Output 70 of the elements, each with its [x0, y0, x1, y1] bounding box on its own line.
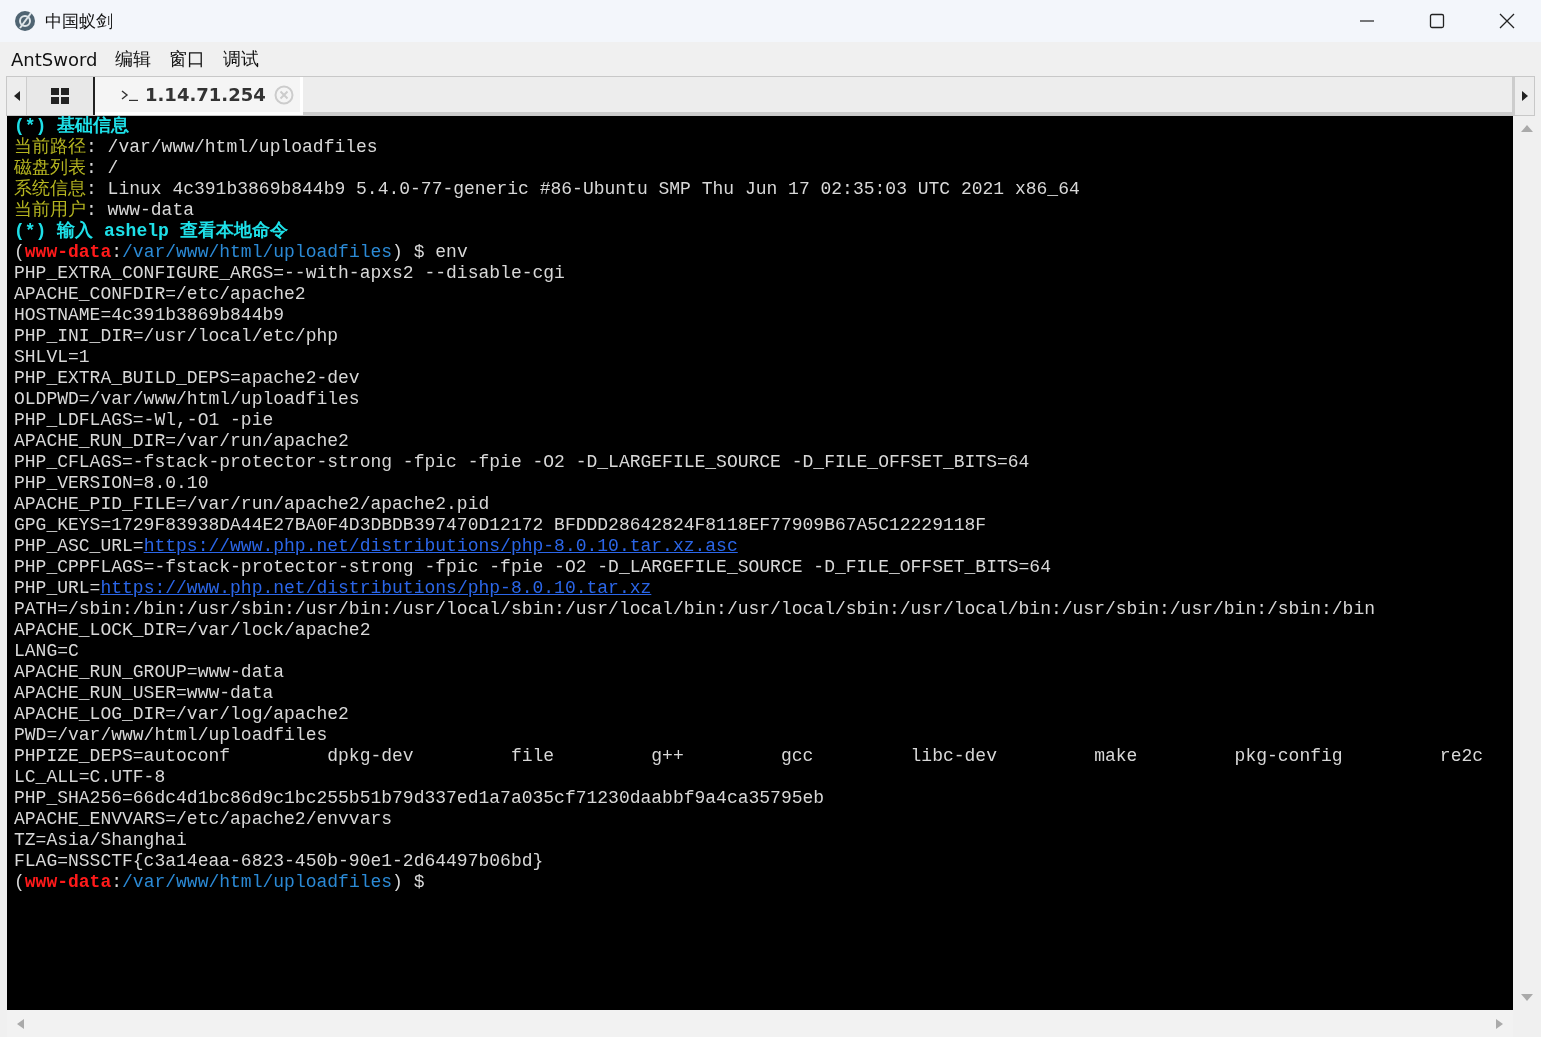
terminal-text: : www-data [86, 200, 195, 220]
menu-item[interactable]: 编辑 [115, 47, 152, 71]
terminal-tab[interactable]: 1.14.71.254 [95, 77, 303, 115]
info-heading: (*) 输入 ashelp 查看本地命令 [14, 221, 288, 241]
terminal-text: TZ=Asia/Shanghai [14, 830, 187, 850]
terminal-text: : /var/www/html/uploadfiles [86, 137, 378, 157]
terminal-text: OLDPWD=/var/www/html/uploadfiles [14, 389, 360, 409]
terminal-text: HOSTNAME=4c391b3869b844b9 [14, 305, 285, 325]
terminal-text: APACHE_ENVVARS=/etc/apache2/envvars [14, 809, 393, 829]
maximize-icon[interactable] [1429, 13, 1445, 29]
caret-right-icon [1521, 91, 1528, 101]
terminal-text: LANG=C [14, 641, 79, 661]
terminal-text: : [111, 872, 123, 892]
terminal-text: GPG_KEYS=1729F83938DA44E27BA0F4D3DBDB397470D12172 BFDDD28642824F8118EF77909B67A5C12229118F [14, 515, 987, 535]
terminal-text: : Linux 4c391b3869b844b9 5.4.0-77-generic #86-Ubuntu SMP Thu Jun 17 02:35:03 UTC 2021 x86_64 [86, 179, 1080, 199]
terminal-text: ( [14, 872, 25, 892]
close-tab-icon[interactable] [273, 84, 294, 105]
terminal-text: PATH=/sbin:/bin:/usr/sbin:/usr/bin:/usr/local/sbin:/usr/local/bin:/usr/local/sbin:/usr/local/bin:/usr/sbin:/usr/bin:/sbin:/bin [14, 599, 1376, 619]
terminal-text: PHP_ASC_URL= [14, 536, 144, 556]
close-icon[interactable] [1499, 13, 1515, 29]
url-link[interactable]: https://www.php.net/distributions/php-8.0.10.tar.xz.asc [143, 536, 738, 556]
terminal-text: PHP_INI_DIR=/usr/local/etc/php [14, 326, 339, 346]
info-label: 系统信息 [14, 179, 86, 199]
menu-item[interactable]: 窗口 [169, 47, 206, 71]
prompt-user: www-data [24, 872, 112, 892]
caret-left-icon [13, 91, 20, 101]
terminal-text: SHLVL=1 [14, 347, 90, 367]
terminal-text: PHP_CPPFLAGS=-fstack-protector-strong -fpic -fpie -O2 -D_LARGEFILE_SOURCE -D_FILE_OFFSET_BITS=64 [14, 557, 1051, 577]
terminal-text: PHP_EXTRA_CONFIGURE_ARGS=--with-apxs2 --disable-cgi [14, 263, 565, 283]
scroll-up-icon[interactable] [1521, 124, 1533, 132]
prompt-path: /var/www/html/uploadfiles [122, 242, 393, 262]
grid-icon [51, 88, 69, 104]
terminal-text: APACHE_RUN_DIR=/var/run/apache2 [14, 431, 349, 451]
scroll-left-icon[interactable] [17, 1018, 24, 1029]
terminal-text: PHP_CFLAGS=-fstack-protector-strong -fpic -fpie -O2 -D_LARGEFILE_SOURCE -D_FILE_OFFSET_BITS=64 [14, 452, 1030, 472]
info-label: 磁盘列表 [14, 158, 86, 178]
terminal-text: PHP_VERSION=8.0.10 [14, 473, 209, 493]
info-label: 当前用户 [14, 200, 86, 220]
dashboard-tab[interactable] [27, 77, 95, 115]
terminal-text: LC_ALL=C.UTF-8 [14, 767, 166, 787]
terminal-text: : / [86, 158, 119, 178]
terminal-text: ( [14, 242, 25, 262]
prompt-path: /var/www/html/uploadfiles [122, 872, 393, 892]
terminal-text: PHP_EXTRA_BUILD_DEPS=apache2-dev [14, 368, 360, 388]
window-title: 中国蚁剑 [45, 9, 113, 33]
prompt-user: www-data [24, 242, 112, 262]
terminal-text: ) $ [392, 872, 425, 892]
terminal-text: PHP_URL= [14, 578, 101, 598]
menu-item[interactable]: AntSword [11, 48, 98, 70]
terminal-text: APACHE_RUN_USER=www-data [14, 683, 274, 703]
terminal-text: APACHE_CONFDIR=/etc/apache2 [14, 284, 306, 304]
terminal-icon [121, 88, 139, 101]
terminal-text: APACHE_LOCK_DIR=/var/lock/apache2 [14, 620, 371, 640]
scroll-down-icon[interactable] [1521, 994, 1533, 1002]
terminal-text: FLAG=NSSCTF{c3a14eaa-6823-450b-90e1-2d64497b06bd} [14, 851, 544, 871]
info-heading: (*) 基础信息 [14, 116, 130, 136]
terminal-text: APACHE_PID_FILE=/var/run/apache2/apache2.pid [14, 494, 490, 514]
terminal-text: PHPIZE_DEPS=autoconf dpkg-dev file g++ gcc libc-dev make pkg-config re2c [14, 746, 1484, 766]
scroll-right-icon[interactable] [1496, 1018, 1503, 1029]
terminal-text: PHP_LDFLAGS=-Wl,-O1 -pie [14, 410, 274, 430]
terminal-text: APACHE_RUN_GROUP=www-data [14, 662, 285, 682]
info-label: 当前路径 [14, 137, 86, 157]
terminal-text: ) $ env [392, 242, 468, 262]
terminal-text: PHP_SHA256=66dc4d1bc86d9c1bc255b51b79d337ed1a7a035cf71230daabbf9a4ca35795eb [14, 788, 825, 808]
app-logo-icon [14, 10, 36, 32]
menu-item[interactable]: 调试 [223, 47, 260, 71]
terminal-text: : [111, 242, 123, 262]
terminal-text: APACHE_LOG_DIR=/var/log/apache2 [14, 704, 349, 724]
url-link[interactable]: https://www.php.net/distributions/php-8.0.10.tar.xz [100, 578, 652, 598]
terminal-text: PWD=/var/www/html/uploadfiles [14, 725, 328, 745]
